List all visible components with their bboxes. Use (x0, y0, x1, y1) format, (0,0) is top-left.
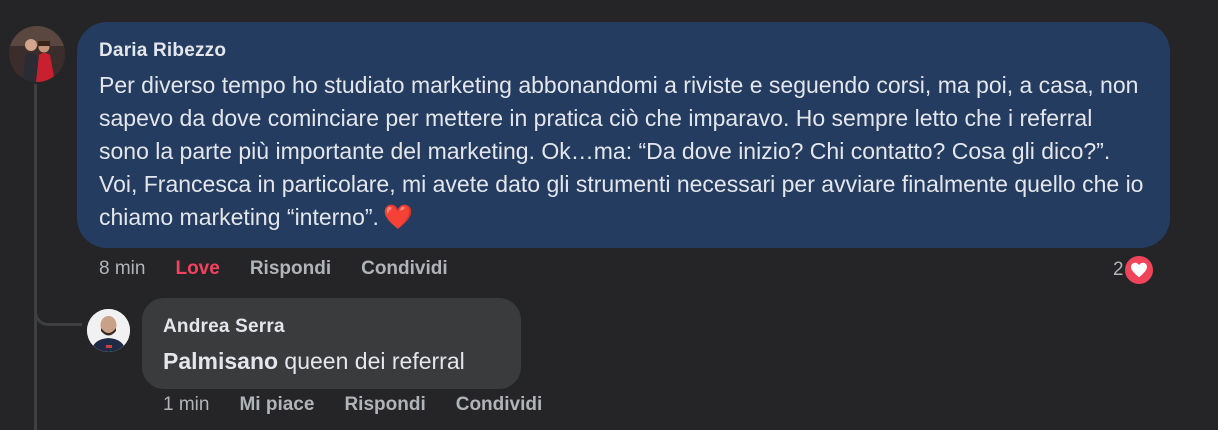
comment-bubble: Daria Ribezzo Per diverso tempo ho studi… (77, 22, 1170, 248)
avatar-photo (87, 309, 130, 352)
mention-link[interactable]: Palmisano (163, 348, 278, 374)
heart-emoji-icon: ❤️ (382, 204, 413, 231)
avatar-photo (9, 26, 65, 82)
reaction-summary[interactable]: 2 (1113, 253, 1156, 287)
avatar[interactable] (9, 26, 65, 82)
reply-bubble: Andrea Serra Palmisano queen dei referra… (142, 298, 521, 389)
comment-text: Per diverso tempo ho studiato marketing … (99, 72, 1144, 231)
share-button[interactable]: Condividi (456, 394, 543, 416)
reply-actions: 1 min Mi piace Rispondi Condividi (163, 394, 542, 416)
comment-author[interactable]: Daria Ribezzo (99, 40, 1148, 62)
reply-button[interactable]: Rispondi (344, 394, 425, 416)
reply-text: Palmisano queen dei referral (163, 348, 465, 374)
reply-button[interactable]: Rispondi (250, 258, 331, 280)
comment-actions: 8 min Love Rispondi Condividi (99, 258, 448, 280)
like-button[interactable]: Mi piace (239, 394, 314, 416)
reply-connector (34, 290, 82, 326)
love-reaction-button[interactable]: Love (175, 258, 219, 280)
reply-timestamp[interactable]: 1 min (163, 394, 209, 416)
thread-line (34, 84, 37, 430)
avatar[interactable] (87, 309, 130, 352)
comment-timestamp[interactable]: 8 min (99, 258, 145, 280)
share-button[interactable]: Condividi (361, 258, 448, 280)
heart-icon (1121, 253, 1156, 287)
reply-author[interactable]: Andrea Serra (163, 316, 499, 338)
